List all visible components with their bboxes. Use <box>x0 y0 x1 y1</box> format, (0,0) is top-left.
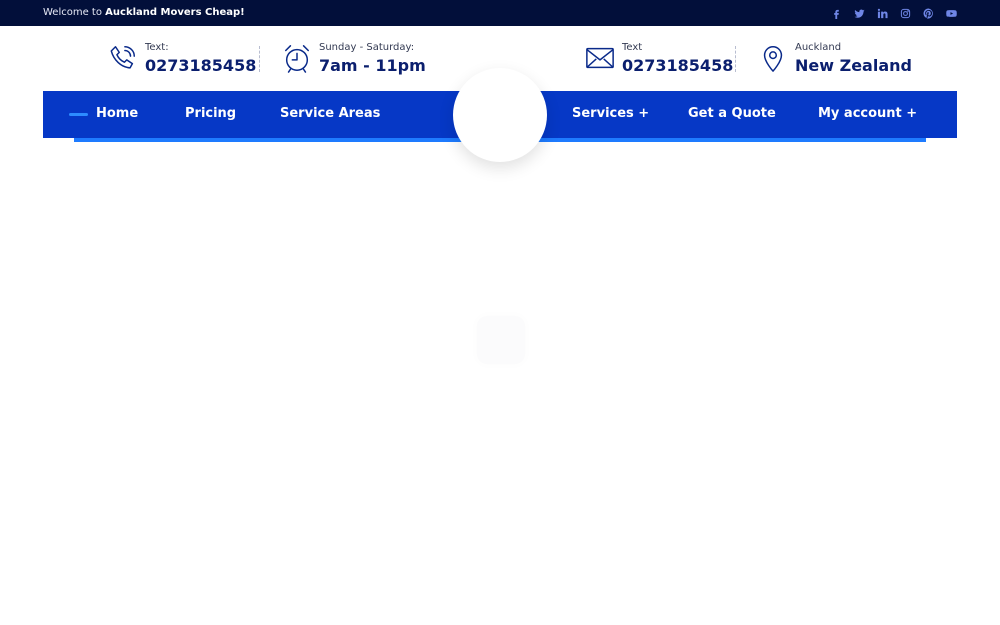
top-bar: Welcome to Auckland Movers Cheap! <box>0 0 1000 26</box>
youtube-icon[interactable] <box>944 6 958 20</box>
logo-badge[interactable] <box>453 68 547 162</box>
nav-my-account[interactable]: My account + <box>818 106 917 121</box>
info-divider <box>735 46 736 72</box>
welcome-prefix: Welcome to <box>43 7 102 18</box>
twitter-icon[interactable] <box>852 6 866 20</box>
phone-2-label: Text <box>622 42 643 53</box>
map-pin-icon <box>758 43 788 73</box>
info-hours: Sunday - Saturday: 7am - 11pm <box>282 40 426 80</box>
phone-1-label: Text: <box>145 42 169 53</box>
linkedin-icon[interactable] <box>875 6 889 20</box>
welcome-brand: Auckland Movers Cheap! <box>105 7 245 18</box>
welcome-message: Welcome to Auckland Movers Cheap! <box>43 7 245 18</box>
nav-get-a-quote[interactable]: Get a Quote <box>688 106 776 121</box>
location-label: Auckland <box>795 42 842 53</box>
alarm-clock-icon <box>282 43 312 73</box>
phone-icon <box>108 43 138 73</box>
phone-1-number[interactable]: 0273185458 <box>145 56 256 75</box>
nav-service-areas[interactable]: Service Areas <box>280 106 380 121</box>
phone-2-number[interactable]: 0273185458 <box>622 56 733 75</box>
info-phone-1[interactable]: Text: 0273185458 <box>108 40 256 80</box>
info-location: Auckland New Zealand <box>758 40 912 80</box>
facebook-icon[interactable] <box>829 6 843 20</box>
pinterest-icon[interactable] <box>921 6 935 20</box>
instagram-icon[interactable] <box>898 6 912 20</box>
hours-label: Sunday - Saturday: <box>319 42 415 53</box>
info-divider <box>259 46 260 72</box>
active-indicator <box>69 113 88 116</box>
envelope-icon <box>585 43 615 73</box>
page-loader <box>477 316 525 364</box>
info-phone-2[interactable]: Text 0273185458 <box>585 40 733 80</box>
location-value: New Zealand <box>795 56 912 75</box>
nav-home[interactable]: Home <box>96 106 138 121</box>
nav-pricing[interactable]: Pricing <box>185 106 236 121</box>
nav-services[interactable]: Services + <box>572 106 649 121</box>
hours-value: 7am - 11pm <box>319 56 426 75</box>
social-links <box>829 6 958 20</box>
